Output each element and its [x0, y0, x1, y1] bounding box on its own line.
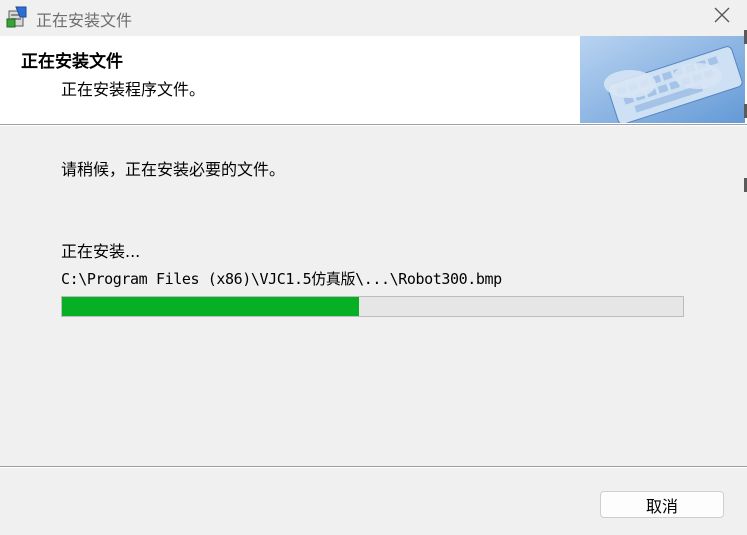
- progress-bar: [61, 296, 684, 317]
- current-file-path: C:\Program Files (x86)\VJC1.5仿真版\...\Rob…: [61, 270, 502, 288]
- close-button[interactable]: [697, 0, 747, 34]
- header-panel: 正在安装文件 正在安装程序文件。: [0, 36, 747, 124]
- window-title: 正在安装文件: [36, 11, 133, 30]
- install-status-label: 正在安装...: [61, 242, 141, 261]
- header-title: 正在安装文件: [21, 52, 123, 72]
- title-bar: 正在安装文件: [0, 0, 747, 36]
- keyboard-hands-image: [580, 36, 745, 123]
- divider: [0, 467, 747, 468]
- progress-fill: [62, 297, 359, 316]
- header-subtitle: 正在安装程序文件。: [61, 80, 206, 99]
- wait-message: 请稍候，正在安装必要的文件。: [61, 160, 286, 179]
- divider: [0, 125, 747, 126]
- close-icon: [713, 6, 731, 28]
- cancel-button[interactable]: 取消: [600, 491, 724, 518]
- installer-package-icon: [6, 5, 30, 29]
